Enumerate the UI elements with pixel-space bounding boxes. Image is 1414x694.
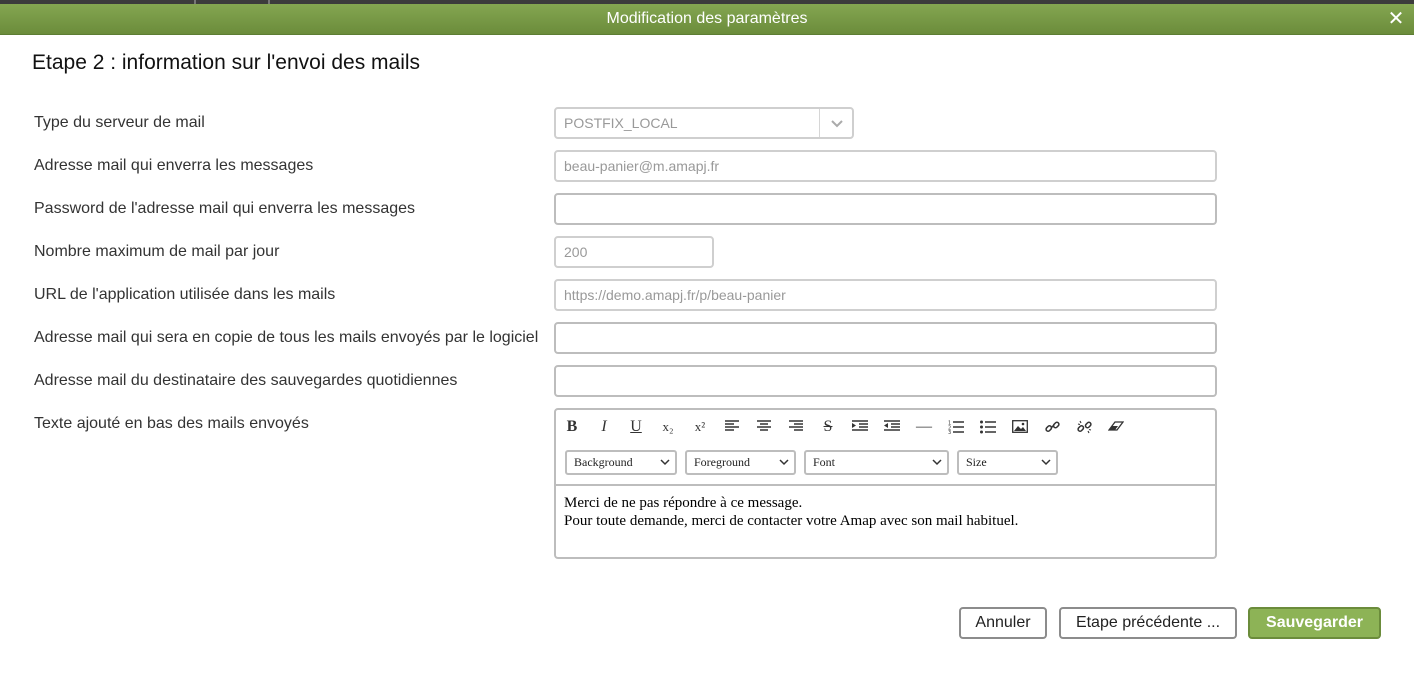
page-title: Etape 2 : information sur l'envoi des ma… xyxy=(32,51,421,74)
link-icon[interactable] xyxy=(1040,415,1064,439)
font-select-label: Font xyxy=(813,455,836,469)
server-type-select[interactable]: POSTFIX_LOCAL xyxy=(554,107,854,139)
app-url-field[interactable]: https://demo.amapj.fr/p/beau-panier xyxy=(554,279,1217,311)
underline-icon[interactable]: U xyxy=(624,415,648,439)
save-button[interactable]: Sauvegarder xyxy=(1248,607,1381,639)
cancel-button[interactable]: Annuler xyxy=(959,607,1047,639)
server-type-value: POSTFIX_LOCAL xyxy=(564,115,678,131)
previous-step-button[interactable]: Etape précédente ... xyxy=(1059,607,1237,639)
server-type-label: Type du serveur de mail xyxy=(34,114,205,131)
eraser-icon[interactable] xyxy=(1104,415,1128,439)
cc-email-label: Adresse mail qui sera en copie de tous l… xyxy=(34,329,539,346)
align-left-icon[interactable] xyxy=(720,415,744,439)
superscript-icon[interactable]: x² xyxy=(688,415,712,439)
sender-email-label: Adresse mail qui enverra les messages xyxy=(34,157,314,174)
align-center-icon[interactable] xyxy=(752,415,776,439)
svg-text:3: 3 xyxy=(948,430,951,434)
foreground-color-select[interactable]: Foreground xyxy=(685,450,796,475)
size-select[interactable]: Size xyxy=(957,450,1058,475)
close-icon[interactable]: ✕ xyxy=(1386,7,1406,31)
dialog-title: Modification des paramètres xyxy=(606,10,808,27)
chevron-down-icon xyxy=(779,459,789,466)
bold-icon[interactable]: B xyxy=(560,415,584,439)
align-right-icon[interactable] xyxy=(784,415,808,439)
font-select[interactable]: Font xyxy=(804,450,949,475)
ordered-list-icon[interactable]: 123 xyxy=(944,415,968,439)
horizontal-rule-icon[interactable]: — xyxy=(912,415,936,439)
max-mail-field[interactable]: 200 xyxy=(554,236,714,268)
sender-password-label: Password de l'adresse mail qui enverra l… xyxy=(34,200,416,217)
image-icon[interactable] xyxy=(1008,415,1032,439)
backup-email-label: Adresse mail du destinataire des sauvega… xyxy=(34,372,458,389)
size-select-label: Size xyxy=(966,455,987,469)
max-mail-label: Nombre maximum de mail par jour xyxy=(34,243,280,260)
cc-email-field[interactable] xyxy=(554,322,1217,354)
unlink-icon[interactable] xyxy=(1072,415,1096,439)
subscript-icon[interactable]: x₂ xyxy=(656,415,680,439)
italic-icon[interactable]: I xyxy=(592,415,616,439)
indent-icon[interactable] xyxy=(848,415,872,439)
chevron-down-icon xyxy=(660,459,670,466)
editor-toolbar: B I U x₂ x² S — 123 Background Foregroun… xyxy=(556,410,1215,484)
app-url-label: URL de l'application utilisée dans les m… xyxy=(34,286,336,303)
footer-text-label: Texte ajouté en bas des mails envoyés xyxy=(34,415,309,432)
foreground-select-label: Foreground xyxy=(694,455,750,469)
editor-content-area[interactable]: Merci de ne pas répondre à ce message. P… xyxy=(556,484,1215,557)
strikethrough-icon[interactable]: S xyxy=(816,415,840,439)
chevron-down-icon xyxy=(932,459,942,466)
background-color-select[interactable]: Background xyxy=(565,450,677,475)
chevron-down-icon xyxy=(831,120,843,128)
backup-email-field[interactable] xyxy=(554,365,1217,397)
sender-password-field[interactable] xyxy=(554,193,1217,225)
select-divider xyxy=(819,109,820,137)
editor-text-line: Merci de ne pas répondre à ce message. xyxy=(564,495,803,511)
chevron-down-icon xyxy=(1041,459,1051,466)
dialog-titlebar: Modification des paramètres ✕ xyxy=(0,4,1414,35)
sender-email-field[interactable]: beau-panier@m.amapj.fr xyxy=(554,150,1217,182)
background-select-label: Background xyxy=(574,455,633,469)
editor-text-line: Pour toute demande, merci de contacter v… xyxy=(564,513,1019,529)
outdent-icon[interactable] xyxy=(880,415,904,439)
unordered-list-icon[interactable] xyxy=(976,415,1000,439)
footer-text-editor: B I U x₂ x² S — 123 Background Foregroun… xyxy=(554,408,1217,559)
